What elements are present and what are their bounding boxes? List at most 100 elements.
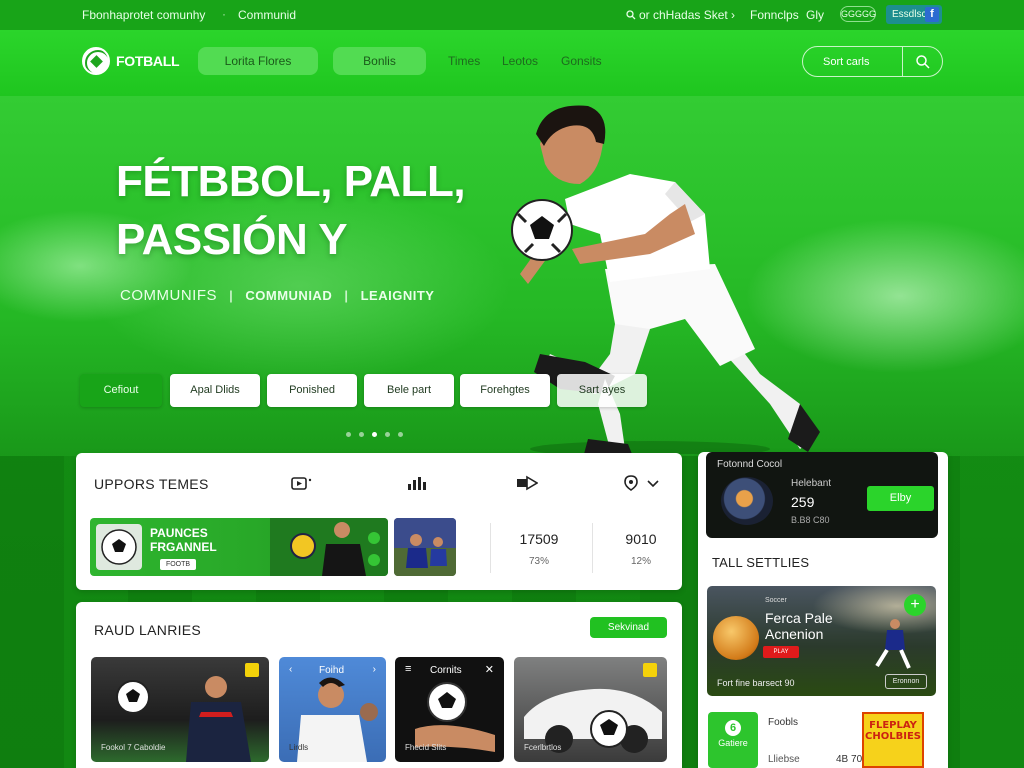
feature-title: PAUNCES FRGANNEL [150, 526, 217, 554]
subtitle-sep: | [229, 288, 234, 303]
divider [592, 523, 593, 573]
profile-card: Fotonnd Cocol Helebant 259 B.B8 C80 Elby [706, 452, 938, 538]
carousel-dot[interactable] [359, 432, 364, 437]
upcoming-title: UPPORS TEMES [94, 476, 209, 492]
card-label: Lirdls [289, 743, 309, 752]
promo-button[interactable]: Eronnon [885, 674, 927, 689]
chevron-right-icon[interactable]: › [373, 664, 376, 675]
top-link-2[interactable]: Fonnclps [750, 8, 799, 22]
location-icon[interactable] [623, 475, 645, 491]
side-item-2[interactable]: Lliebse [768, 754, 800, 765]
featured-match-card[interactable]: PAUNCES FRGANNEL FOOTB [90, 518, 388, 576]
subtitle-1: COMMUNIFS [120, 287, 217, 304]
close-icon[interactable]: ✕ [485, 663, 494, 676]
carousel-dot-active[interactable] [372, 432, 377, 437]
promo-badge[interactable]: PLAY [763, 646, 799, 658]
search-input[interactable]: Sort carls [823, 56, 869, 68]
top-link-3[interactable]: Gly [806, 8, 824, 22]
side-title: TALL SETTLIES [712, 555, 810, 570]
ball-image [713, 616, 759, 660]
nav-link-gonsits[interactable]: Gonsits [561, 54, 602, 68]
stat-2-percent: 12% [630, 556, 651, 567]
menu-icon[interactable]: ≡ [405, 663, 411, 675]
mini-tile[interactable]: 6 Gatiere [708, 712, 758, 768]
search-link-label: or chHadas Sket [639, 8, 728, 22]
badge-icon [643, 663, 657, 677]
chip-cefiout[interactable]: Cefiout [80, 374, 162, 407]
carousel-dot[interactable] [398, 432, 403, 437]
search-icon[interactable] [914, 53, 932, 71]
leagues-title: RAUD LANRIES [94, 622, 202, 638]
carousel-dot[interactable] [385, 432, 390, 437]
league-card-3[interactable]: ≡ Cornits ✕ Fhecid Slits [395, 657, 504, 762]
profile-name: Helebant [791, 478, 832, 489]
feature-title-1: PAUNCES [150, 526, 208, 540]
feature-title-2: FRGANNEL [150, 540, 217, 554]
nav-pill-2[interactable]: Bonlis [333, 47, 426, 75]
search-box[interactable]: Sort carls [802, 46, 943, 77]
stat-2: 9010 12% [596, 531, 686, 567]
video-icon[interactable] [291, 475, 313, 491]
communid-link[interactable]: Communid [238, 8, 296, 22]
comic-title-1: FLEPLAY [869, 720, 917, 731]
search-divider [902, 47, 903, 76]
main-nav: FOTBALL Lorita Flores Bonlis Times Leoto… [0, 30, 1024, 96]
select-button[interactable]: Sekvinad [590, 617, 667, 638]
search-icon [626, 10, 636, 20]
stats-icon[interactable] [406, 475, 428, 491]
chip-ponished[interactable]: Ponished [267, 374, 357, 407]
chip-forehgtes[interactable]: Forehgtes [460, 374, 550, 407]
football-icon [101, 529, 137, 565]
league-card-1[interactable]: Fookol 7 Caboldie [91, 657, 269, 762]
chip-bele-part[interactable]: Bele part [364, 374, 454, 407]
search-link[interactable]: or chHadas Sket › [626, 8, 735, 22]
facebook-icon: f [925, 7, 939, 22]
utility-bar: Fbonhaprotet comunhy · Communid or chHad… [0, 0, 1024, 30]
hero-headline: FÉTBBOL, PALL, PASSIÓN Y [116, 153, 466, 269]
football-thumbnail [96, 524, 142, 570]
promo-title: Ferca Pale Acnenion [765, 610, 833, 642]
chevron-down-icon[interactable] [646, 475, 660, 491]
avatar[interactable] [721, 477, 773, 525]
plus-icon[interactable]: + [904, 594, 926, 616]
chip-sart-ayes[interactable]: Sart ayes [557, 374, 647, 407]
carousel-dot[interactable] [346, 432, 351, 437]
comic-title-2: CHOLBIES [865, 731, 921, 742]
chevron-left-icon[interactable]: ‹ [289, 664, 292, 675]
badge-icon [245, 663, 259, 677]
logo[interactable]: FOTBALL [82, 46, 180, 76]
player-silhouette [875, 619, 911, 669]
side-item-1[interactable]: Foobls [768, 717, 798, 728]
profile-value: 259 [791, 494, 815, 510]
stat-2-value: 9010 [625, 531, 657, 547]
match-thumbnail[interactable] [394, 518, 456, 576]
nav-link-times[interactable]: Times [448, 54, 480, 68]
upcoming-panel: UPPORS TEMES PAUNCES FRGANNEL FOOTB 1750… [76, 453, 682, 590]
stat-1-percent: 73% [528, 556, 549, 567]
top-pill[interactable]: GGGGG [840, 6, 876, 22]
nav-link-leotos[interactable]: Leotos [502, 54, 538, 68]
comic-cover[interactable]: FLEPLAY CHOLBIES [862, 712, 924, 768]
nav-pill-1[interactable]: Lorita Flores [198, 47, 318, 75]
league-card-4[interactable]: Fcerlbrtlos [514, 657, 667, 762]
feature-badge: FOOTB [160, 559, 196, 570]
play-tag-icon[interactable] [516, 475, 538, 491]
promo-label: Soccer [765, 597, 787, 604]
headline-line-2: PASSIÓN Y [116, 215, 348, 264]
player-photo [270, 518, 388, 576]
subtitle-2: COMMUNIAD [245, 288, 333, 303]
league-card-2[interactable]: ‹ Foihd › Lirdls [279, 657, 386, 762]
promo-title-1: Ferca Pale [765, 610, 833, 626]
carousel-dots [346, 432, 403, 437]
community-link[interactable]: Fbonhaprotet comunhy [82, 8, 205, 22]
stat-1: 17509 73% [494, 531, 584, 567]
divider [490, 523, 491, 573]
top-button[interactable]: Essdlscra f [886, 5, 942, 24]
leagues-panel: RAUD LANRIES Sekvinad Fookol 7 Caboldie … [76, 602, 682, 768]
promo-card[interactable]: Soccer Ferca Pale Acnenion PLAY + Fort f… [707, 586, 936, 696]
chip-apal-dlids[interactable]: Apal Dlids [170, 374, 260, 407]
headline-line-1: FÉTBBOL, PALL, [116, 157, 466, 206]
profile-action-button[interactable]: Elby [867, 486, 934, 511]
logo-text: FOTBALL [116, 53, 180, 69]
promo-bottom-text: Fort fine barsect 90 [717, 678, 795, 688]
